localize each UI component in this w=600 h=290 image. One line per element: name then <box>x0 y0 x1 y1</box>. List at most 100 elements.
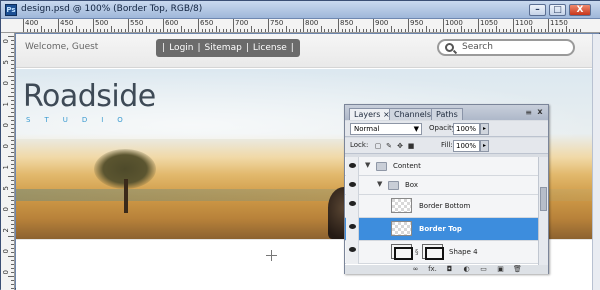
ruler-minor-tick <box>387 29 388 32</box>
nav-link-login[interactable]: Login <box>169 43 193 53</box>
ruler-minor-tick <box>8 216 14 217</box>
ruler-minor-tick <box>317 29 318 32</box>
ruler-minor-tick <box>376 29 378 32</box>
maximize-button[interactable]: □ <box>549 4 566 16</box>
tab-layers[interactable]: Layers × <box>349 108 395 120</box>
ruler-tick-label: 2 <box>2 228 10 233</box>
ruler-minor-tick <box>8 196 14 197</box>
opacity-stepper[interactable]: ▸ <box>480 123 489 135</box>
expand-triangle-icon[interactable]: ▼ <box>377 180 382 188</box>
adjustment-icon[interactable]: ◐ <box>462 265 471 273</box>
ruler-minor-tick <box>488 29 490 32</box>
mask-icon[interactable]: ◘ <box>445 265 454 273</box>
link-icon[interactable]: ∞ <box>411 265 420 273</box>
layer-row[interactable]: § Shape 4 <box>345 241 538 264</box>
ruler-minor-tick <box>11 260 14 261</box>
ruler-minor-tick <box>100 29 101 32</box>
ruler-minor-tick <box>11 124 14 125</box>
horizontal-ruler[interactable]: 400 450 500 550 600 650 700 750 800 850 900 950 1000… <box>1 19 600 33</box>
visibility-eye-icon[interactable] <box>346 176 359 195</box>
ruler-minor-tick <box>390 26 392 32</box>
layer-row[interactable]: Border Bottom <box>345 195 538 218</box>
layer-row[interactable]: Border Top <box>345 218 538 241</box>
vertical-ruler[interactable]: 0 5 0 1 0 0 1 5 0 2 0 0 <box>1 33 15 290</box>
opacity-field[interactable]: 100% <box>453 123 480 135</box>
trash-icon[interactable]: 🗑 <box>513 265 522 273</box>
ruler-minor-tick <box>51 29 52 32</box>
lock-transparency-icon[interactable]: ▢ <box>374 142 382 150</box>
ruler-minor-tick <box>380 29 381 32</box>
tab-channels[interactable]: Channels <box>389 108 437 120</box>
fill-stepper[interactable]: ▸ <box>480 140 489 152</box>
group-icon[interactable]: ▭ <box>479 265 488 273</box>
ruler-minor-tick <box>257 29 259 32</box>
panel-menu-icon[interactable]: ≡ <box>525 108 532 117</box>
fx-icon[interactable]: fx. <box>428 265 437 273</box>
title-bar[interactable]: Ps design.psd @ 100% (Border Top, RGB/8)… <box>1 1 600 19</box>
visibility-eye-icon[interactable] <box>346 195 359 218</box>
link-icon: § <box>415 248 419 256</box>
nav-bar: | Login | Sitemap | License | <box>156 39 300 57</box>
ruler-minor-tick <box>8 56 14 57</box>
ruler-minor-tick <box>72 29 73 32</box>
ruler-minor-tick <box>411 29 413 32</box>
new-layer-icon[interactable]: ▣ <box>496 265 505 273</box>
ruler-minor-tick <box>8 236 14 237</box>
minimize-button[interactable]: – <box>529 4 546 16</box>
ruler-minor-tick <box>11 192 14 193</box>
fill-field[interactable]: 100% <box>453 140 480 152</box>
lock-position-icon[interactable]: ✥ <box>396 142 404 150</box>
panel-close-icon[interactable]: x <box>535 107 545 117</box>
ruler-minor-tick <box>436 29 437 32</box>
search-input[interactable]: Search <box>437 39 575 56</box>
lock-pixels-icon[interactable]: ✎ <box>385 142 393 150</box>
layer-row[interactable]: ▼ Box <box>345 176 538 195</box>
ruler-minor-tick <box>11 164 14 165</box>
close-button[interactable]: X <box>569 4 591 16</box>
tab-paths[interactable]: Paths <box>431 108 463 120</box>
visibility-eye-icon[interactable] <box>346 218 359 241</box>
expand-triangle-icon[interactable]: ▼ <box>365 161 370 169</box>
ruler-minor-tick <box>453 29 455 32</box>
fill-label: Fill: <box>441 141 453 149</box>
vertical-scrollbar[interactable] <box>592 34 600 290</box>
ruler-minor-tick <box>11 200 14 201</box>
layers-panel[interactable]: Layers × Channels Paths ≡ x Normal ▼ Opa… <box>344 104 549 274</box>
ruler-major-tick <box>373 19 374 32</box>
ruler-minor-tick <box>131 29 133 32</box>
panel-scrollbar[interactable] <box>538 157 548 265</box>
ruler-minor-tick <box>11 72 14 73</box>
ruler-minor-tick <box>11 88 14 89</box>
ruler-minor-tick <box>8 276 14 277</box>
ruler-minor-tick <box>425 26 427 32</box>
ruler-minor-tick <box>226 29 227 32</box>
nav-link-sitemap[interactable]: Sitemap <box>205 43 242 53</box>
nav-separator: | <box>290 43 294 53</box>
ruler-minor-tick <box>86 29 87 32</box>
nav-separator: | <box>245 43 249 53</box>
panel-scroll-thumb[interactable] <box>540 187 547 211</box>
ruler-minor-tick <box>11 272 14 273</box>
layer-list[interactable]: ▼ Content ▼ Box Border Bottom Border Top § Shap… <box>345 157 538 265</box>
layer-row[interactable]: ▼ Content <box>345 157 538 176</box>
ruler-tick-label: 900 <box>375 19 389 27</box>
ruler-minor-tick <box>8 36 14 37</box>
ruler-tick-label: 850 <box>340 19 354 27</box>
ruler-minor-tick <box>362 29 364 32</box>
ruler-minor-tick <box>166 29 168 32</box>
ruler-tick-label: 700 <box>235 19 249 27</box>
nav-link-license[interactable]: License <box>253 43 287 53</box>
ruler-tick-label: 1 <box>2 165 10 170</box>
ruler-minor-tick <box>11 248 14 249</box>
ruler-minor-tick <box>348 29 350 32</box>
visibility-eye-icon[interactable] <box>346 157 359 176</box>
ruler-tick-label: 0 <box>2 207 10 212</box>
ruler-minor-tick <box>11 84 14 85</box>
blend-mode-select[interactable]: Normal ▼ <box>350 123 422 135</box>
visibility-eye-icon[interactable] <box>346 241 359 264</box>
blend-mode-value: Normal <box>354 125 380 133</box>
ruler-minor-tick <box>341 29 343 32</box>
ruler-minor-tick <box>11 152 14 153</box>
lock-all-icon[interactable]: ■ <box>407 142 415 150</box>
ruler-minor-tick <box>576 29 577 32</box>
